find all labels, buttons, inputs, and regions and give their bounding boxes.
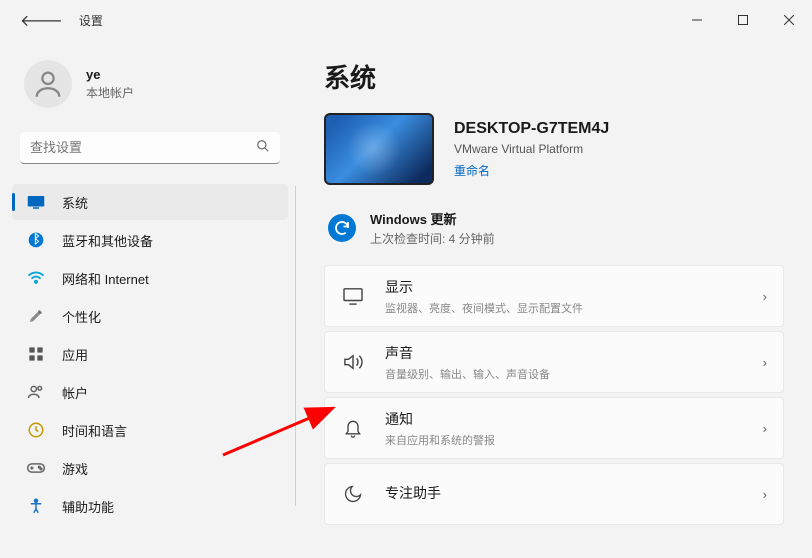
device-platform: VMware Virtual Platform (454, 142, 609, 156)
chevron-right-icon: › (763, 487, 767, 502)
card-title: 专注助手 (385, 483, 763, 503)
search-input-container[interactable] (20, 132, 280, 164)
chevron-right-icon: › (763, 289, 767, 304)
nav-label: 辅助功能 (62, 497, 114, 516)
card-sub: 音量级别、输出、输入、声音设备 (385, 366, 763, 382)
profile-subtitle: 本地帐户 (86, 84, 134, 101)
device-name: DESKTOP-G7TEM4J (454, 120, 609, 138)
card-title: 通知 (385, 409, 763, 429)
chevron-right-icon: › (763, 421, 767, 436)
nav-system[interactable]: 系统 (12, 184, 288, 220)
wifi-icon (26, 268, 46, 288)
back-arrow-icon[interactable]: 🡐 (20, 10, 63, 31)
accounts-icon (26, 382, 46, 402)
nav-accounts[interactable]: 帐户 (12, 374, 288, 410)
nav-label: 游戏 (62, 459, 88, 478)
titlebar: 🡐 设置 (0, 0, 812, 40)
nav-label: 系统 (62, 193, 88, 212)
window-controls (674, 0, 812, 40)
card-sub: 监视器、亮度、夜间模式、显示配置文件 (385, 300, 763, 316)
moon-icon (341, 484, 365, 504)
brush-icon (26, 306, 46, 326)
nav: 系统 蓝牙和其他设备 网络和 Internet 个性化 应用 帐户 (8, 182, 292, 526)
card-title: 显示 (385, 277, 763, 297)
window-title: 设置 (79, 12, 103, 29)
update-icon (328, 214, 356, 242)
bluetooth-icon (26, 230, 46, 250)
gamepad-icon (26, 458, 46, 478)
nav-label: 时间和语言 (62, 421, 127, 440)
avatar-icon (24, 60, 72, 108)
nav-label: 蓝牙和其他设备 (62, 231, 153, 250)
card-display[interactable]: 显示 监视器、亮度、夜间模式、显示配置文件 › (324, 265, 784, 327)
device-thumbnail[interactable] (324, 113, 434, 185)
card-title: 声音 (385, 343, 763, 363)
update-title: Windows 更新 (370, 209, 495, 228)
nav-separator (295, 186, 296, 506)
windows-update-row[interactable]: Windows 更新 上次检查时间: 4 分钟前 (324, 201, 784, 265)
page-title: 系统 (324, 58, 784, 95)
main-content: 系统 DESKTOP-G7TEM4J VMware Virtual Platfo… (300, 40, 812, 558)
minimize-button[interactable] (674, 0, 720, 40)
nav-accessibility[interactable]: 辅助功能 (12, 488, 288, 524)
close-button[interactable] (766, 0, 812, 40)
nav-label: 帐户 (62, 383, 88, 402)
rename-link[interactable]: 重命名 (454, 162, 609, 179)
profile-block[interactable]: ye 本地帐户 (8, 40, 292, 132)
card-sound[interactable]: 声音 音量级别、输出、输入、声音设备 › (324, 331, 784, 393)
search-input[interactable] (30, 140, 256, 155)
clock-icon (26, 420, 46, 440)
display-icon (341, 287, 365, 305)
card-focus-assist[interactable]: 专注助手 › (324, 463, 784, 525)
nav-network[interactable]: 网络和 Internet (12, 260, 288, 296)
nav-time-language[interactable]: 时间和语言 (12, 412, 288, 448)
accessibility-icon (26, 496, 46, 516)
sidebar: ye 本地帐户 系统 蓝牙和其他设备 网络和 Internet (0, 40, 300, 558)
chevron-right-icon: › (763, 355, 767, 370)
maximize-button[interactable] (720, 0, 766, 40)
sound-icon (341, 353, 365, 371)
nav-label: 应用 (62, 345, 88, 364)
bell-icon (341, 418, 365, 438)
nav-apps[interactable]: 应用 (12, 336, 288, 372)
search-icon (256, 139, 270, 156)
card-sub: 来自应用和系统的警报 (385, 432, 763, 448)
nav-personalization[interactable]: 个性化 (12, 298, 288, 334)
system-icon (26, 192, 46, 212)
nav-gaming[interactable]: 游戏 (12, 450, 288, 486)
device-block: DESKTOP-G7TEM4J VMware Virtual Platform … (324, 113, 784, 185)
profile-name: ye (86, 67, 134, 82)
card-notifications[interactable]: 通知 来自应用和系统的警报 › (324, 397, 784, 459)
update-subtitle: 上次检查时间: 4 分钟前 (370, 230, 495, 247)
nav-label: 个性化 (62, 307, 101, 326)
apps-icon (26, 344, 46, 364)
nav-bluetooth[interactable]: 蓝牙和其他设备 (12, 222, 288, 258)
nav-label: 网络和 Internet (62, 269, 149, 288)
